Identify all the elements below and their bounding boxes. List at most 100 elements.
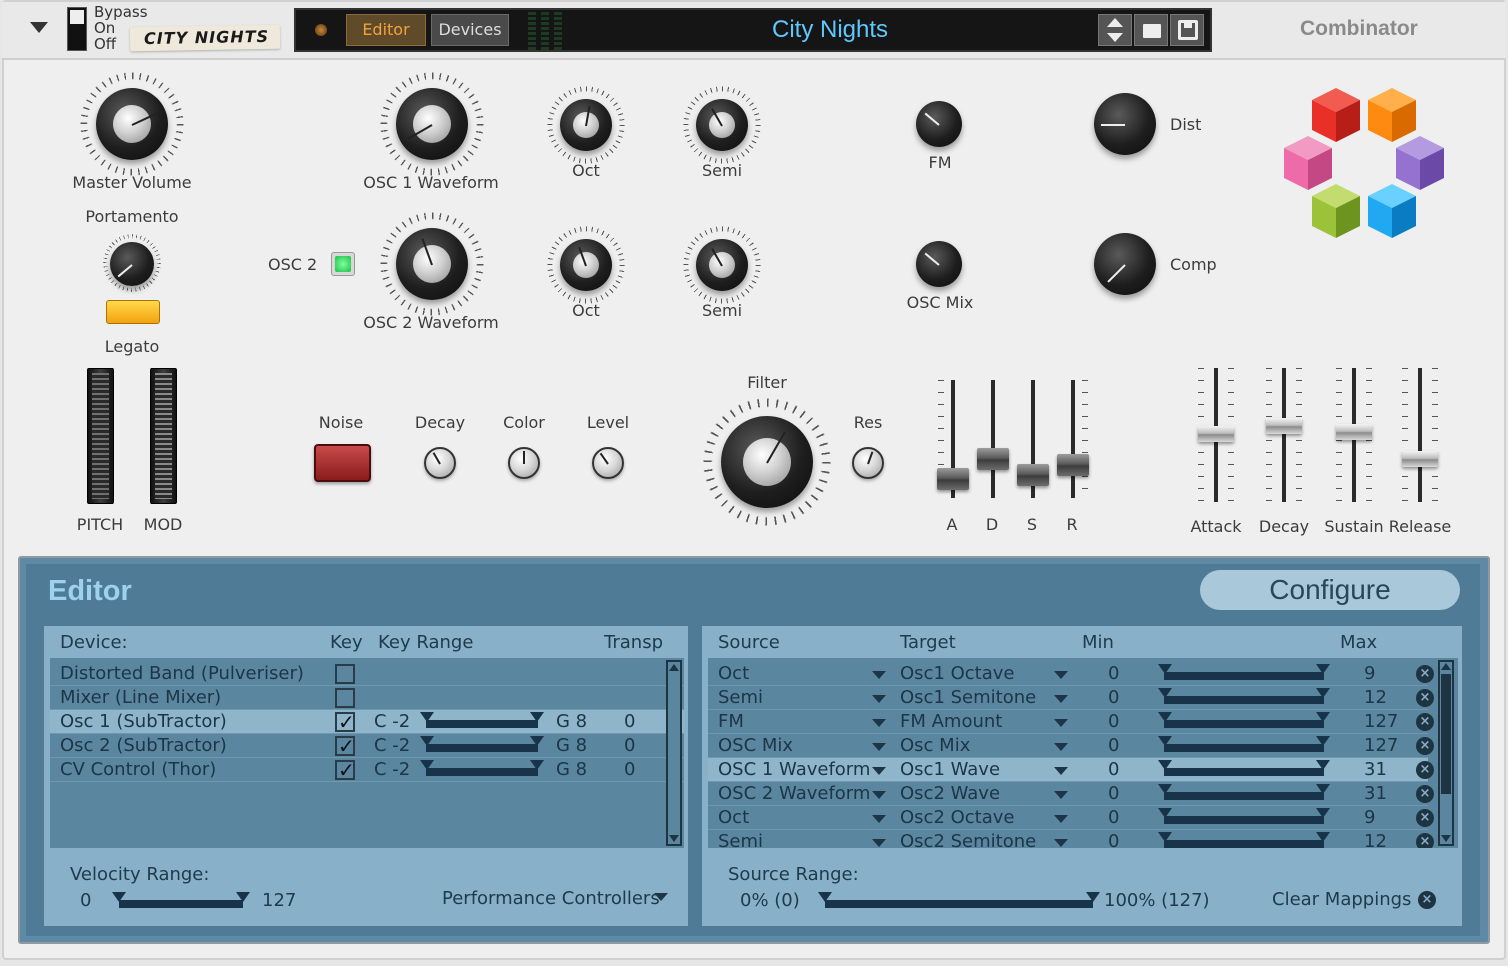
key-checkbox[interactable] <box>335 664 355 684</box>
chevron-down-icon[interactable] <box>872 719 886 727</box>
noise-decay-knob[interactable] <box>424 447 456 479</box>
key-checkbox[interactable] <box>335 734 355 758</box>
tab-devices[interactable]: Devices <box>431 14 509 46</box>
tab-editor[interactable]: Editor <box>346 14 426 46</box>
mapping-range-slider[interactable] <box>1158 686 1334 710</box>
chevron-down-icon[interactable] <box>1054 815 1068 823</box>
remove-mapping-icon[interactable]: × <box>1416 713 1434 731</box>
portamento-knob[interactable] <box>110 242 154 286</box>
device-row[interactable]: Distorted Band (Pulveriser) <box>50 662 684 686</box>
fm-knob[interactable] <box>916 101 962 147</box>
mapping-row[interactable]: FM FM Amount 0 127 × <box>708 710 1434 734</box>
mapping-range-slider[interactable] <box>1158 758 1334 782</box>
noise-level-knob[interactable] <box>592 447 624 479</box>
velocity-range-slider[interactable] <box>112 890 254 914</box>
scroll-down-icon[interactable] <box>669 835 679 842</box>
mapping-row[interactable]: Oct Osc1 Octave 0 9 × <box>708 662 1434 686</box>
remove-mapping-icon[interactable]: × <box>1416 833 1434 848</box>
filter-sustain-fader[interactable] <box>1017 464 1049 486</box>
dist-knob[interactable] <box>1094 93 1156 155</box>
scroll-up-icon[interactable] <box>669 664 679 671</box>
source-range-slider[interactable] <box>818 890 1102 914</box>
semi2-knob[interactable] <box>696 239 748 291</box>
mapping-row[interactable]: OSC Mix Osc Mix 0 127 × <box>708 734 1434 758</box>
device-row[interactable]: CV Control (Thor) C -2 G 8 0 <box>50 758 684 782</box>
mapping-target[interactable]: Osc2 Semitone <box>900 830 1036 848</box>
scroll-down-icon[interactable] <box>1441 835 1451 842</box>
device-list-scrollbar[interactable] <box>666 660 682 846</box>
oct1-knob[interactable] <box>560 99 612 151</box>
bypass-switch[interactable] <box>67 7 87 51</box>
chevron-down-icon[interactable] <box>872 767 886 775</box>
filter-release-fader[interactable] <box>1057 454 1089 476</box>
patch-tape[interactable]: CITY NIGHTS <box>129 24 281 52</box>
device-row[interactable]: Osc 2 (SubTractor) C -2 G 8 0 <box>50 734 684 758</box>
oct2-knob[interactable] <box>560 239 612 291</box>
patch-select-button[interactable] <box>1098 14 1132 46</box>
amp-attack-fader[interactable] <box>1198 426 1234 442</box>
key-range-slider[interactable] <box>420 734 546 758</box>
chevron-down-icon[interactable] <box>872 743 886 751</box>
mapping-target[interactable]: Osc2 Wave <box>900 782 1000 806</box>
chevron-down-icon[interactable] <box>872 791 886 799</box>
chevron-down-icon[interactable] <box>1054 743 1068 751</box>
remove-mapping-icon[interactable]: × <box>1416 761 1434 779</box>
mapping-source[interactable]: Oct <box>718 806 749 830</box>
remove-mapping-icon[interactable]: × <box>1416 689 1434 707</box>
remove-mapping-icon[interactable]: × <box>1416 665 1434 683</box>
mapping-range-slider[interactable] <box>1158 830 1334 848</box>
key-checkbox[interactable] <box>335 688 355 708</box>
mapping-range-slider[interactable] <box>1158 806 1334 830</box>
chevron-down-icon[interactable] <box>872 839 886 847</box>
mapping-row[interactable]: Semi Osc1 Semitone 0 12 × <box>708 686 1434 710</box>
mapping-source[interactable]: OSC Mix <box>718 734 793 758</box>
remove-mapping-icon[interactable]: × <box>1416 785 1434 803</box>
mapping-target[interactable]: Osc2 Octave <box>900 806 1015 830</box>
save-patch-button[interactable] <box>1170 14 1204 46</box>
key-range-slider[interactable] <box>420 758 546 782</box>
chevron-down-icon[interactable] <box>1054 839 1068 847</box>
mapping-row[interactable]: OSC 1 Waveform Osc1 Wave 0 31 × <box>708 758 1434 782</box>
mapping-source[interactable]: Semi <box>718 686 763 710</box>
mapping-range-slider[interactable] <box>1158 734 1334 758</box>
comp-knob[interactable] <box>1094 233 1156 295</box>
mapping-source[interactable]: OSC 2 Waveform <box>718 782 870 806</box>
filter-knob[interactable] <box>721 416 813 508</box>
semi1-knob[interactable] <box>696 99 748 151</box>
chevron-down-icon[interactable] <box>872 695 886 703</box>
filter-attack-fader[interactable] <box>937 468 969 490</box>
osc2-waveform-knob[interactable] <box>396 228 468 300</box>
osc-mix-knob[interactable] <box>916 241 962 287</box>
scroll-up-icon[interactable] <box>1441 663 1451 670</box>
mapping-range-slider[interactable] <box>1158 782 1334 806</box>
mapping-row[interactable]: OSC 2 Waveform Osc2 Wave 0 31 × <box>708 782 1434 806</box>
amp-sustain-fader[interactable] <box>1336 424 1372 440</box>
res-knob[interactable] <box>852 447 884 479</box>
pitch-wheel[interactable] <box>87 368 114 504</box>
performance-controllers-dropdown[interactable]: Performance Controllers <box>440 888 674 912</box>
browse-patch-button[interactable] <box>1134 14 1168 46</box>
scroll-thumb[interactable] <box>1441 674 1451 794</box>
mod-wheel[interactable] <box>150 368 177 504</box>
key-checkbox[interactable] <box>335 710 355 734</box>
chevron-down-icon[interactable] <box>872 815 886 823</box>
mapping-source[interactable]: Semi <box>718 830 763 848</box>
chevron-down-icon[interactable] <box>872 671 886 679</box>
mapping-target[interactable]: Osc1 Wave <box>900 758 1000 782</box>
filter-decay-fader[interactable] <box>977 448 1009 470</box>
mapping-source[interactable]: FM <box>718 710 744 734</box>
master-volume-knob[interactable] <box>96 88 168 160</box>
legato-button[interactable] <box>106 300 160 324</box>
chevron-down-icon[interactable] <box>1054 671 1068 679</box>
osc1-waveform-knob[interactable] <box>396 88 468 160</box>
mapping-source[interactable]: OSC 1 Waveform <box>718 758 870 782</box>
configure-button[interactable]: Configure <box>1200 570 1460 610</box>
mapping-row[interactable]: Oct Osc2 Octave 0 9 × <box>708 806 1434 830</box>
mapping-target[interactable]: Osc1 Octave <box>900 662 1015 686</box>
chevron-down-icon[interactable] <box>1054 719 1068 727</box>
noise-button[interactable] <box>314 444 371 482</box>
fold-toggle-icon[interactable] <box>30 22 48 33</box>
device-row[interactable]: Mixer (Line Mixer) <box>50 686 684 710</box>
osc2-enable-led[interactable] <box>331 252 355 276</box>
noise-color-knob[interactable] <box>508 447 540 479</box>
